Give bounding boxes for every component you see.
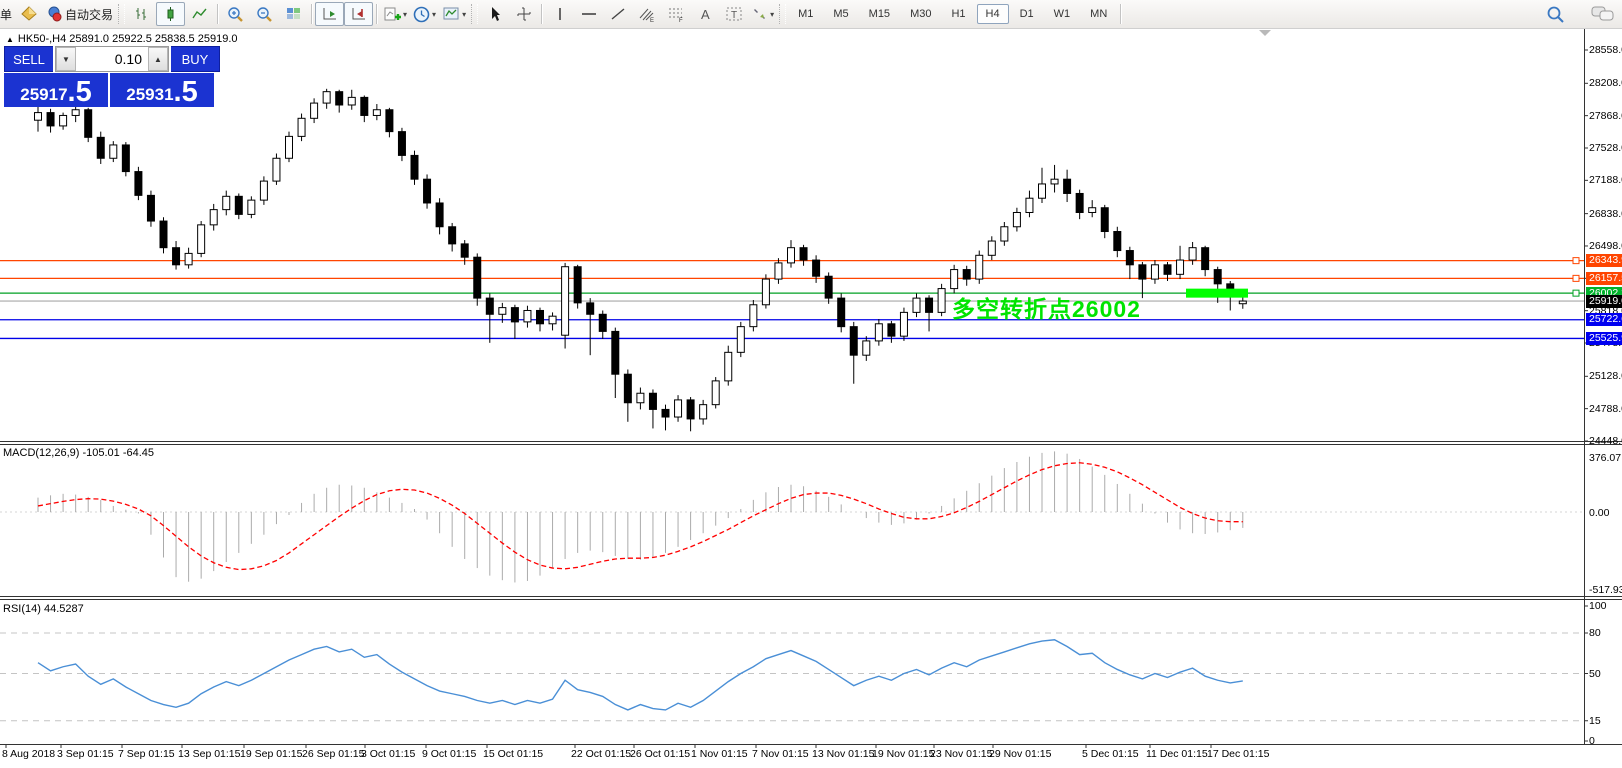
buy-price-big-digit: .5	[174, 79, 198, 105]
date-label: 5 Dec 01:15	[1082, 748, 1139, 760]
rsi-header: RSI(14) 44.5287	[3, 603, 84, 615]
date-label: 19 Nov 01:15	[872, 748, 934, 760]
rsi-axis-label: 50	[1589, 668, 1601, 680]
price-tick-label: 27868.0	[1589, 110, 1622, 122]
macd-header: MACD(12,26,9) -105.01 -64.45	[3, 447, 154, 459]
date-label: 13 Sep 01:15	[178, 748, 240, 760]
collapse-trade-panel-icon[interactable]: ▲	[6, 35, 14, 44]
price-tag: 25722.6	[1586, 313, 1622, 326]
date-label: 26 Sep 01:15	[302, 748, 364, 760]
date-label: 1 Nov 01:15	[691, 748, 748, 760]
price-tick-label: 27528.0	[1589, 142, 1622, 154]
price-tick-label: 24788.0	[1589, 403, 1622, 415]
volume-decrease-button[interactable]: ▼	[56, 47, 76, 71]
date-label: 29 Nov 01:15	[989, 748, 1051, 760]
price-tag: 26157.5	[1586, 272, 1622, 285]
date-label: 26 Oct 01:15	[630, 748, 690, 760]
date-label: 13 Nov 01:15	[812, 748, 874, 760]
price-tag: 26343.9	[1586, 254, 1622, 267]
macd-axis-label: 0.00	[1589, 507, 1609, 519]
date-label: 17 Dec 01:15	[1207, 748, 1269, 760]
sell-button[interactable]: SELL	[4, 46, 53, 72]
one-click-trade-panel: SELL ▼ 0.10 ▲ BUY 25917 .5 25931 .5	[4, 46, 220, 107]
price-tag: 25919.0	[1586, 295, 1622, 308]
chart-symbol-header: ▲ HK50-,H4 25891.0 25922.5 25838.5 25919.…	[6, 33, 238, 45]
price-tick-label: 24448.0	[1589, 435, 1622, 447]
date-label: 9 Oct 01:15	[422, 748, 476, 760]
date-label: 7 Sep 01:15	[118, 748, 175, 760]
sell-price-quote[interactable]: 25917 .5	[4, 73, 108, 107]
date-label: 3 Sep 01:15	[57, 748, 114, 760]
panel-collapse-icon[interactable]	[1259, 30, 1271, 36]
date-label: 11 Dec 01:15	[1146, 748, 1208, 760]
date-label: 8 Aug 2018	[2, 748, 55, 760]
chart-annotation-text: 多空转折点26002	[952, 290, 1141, 324]
rsi-axis-label: 15	[1589, 715, 1601, 727]
date-label: 19 Sep 01:15	[240, 748, 302, 760]
rsi-axis-label: 80	[1589, 627, 1601, 639]
chart-canvas[interactable]	[0, 0, 1622, 768]
date-label: 3 Oct 01:15	[361, 748, 415, 760]
price-tick-label: 26838.0	[1589, 208, 1622, 220]
volume-stepper: ▼ 0.10 ▲	[55, 46, 169, 72]
date-label: 7 Nov 01:15	[752, 748, 809, 760]
buy-price-quote[interactable]: 25931 .5	[110, 73, 214, 107]
sell-price-big-digit: .5	[68, 79, 92, 105]
volume-value[interactable]: 0.10	[76, 47, 148, 71]
price-tick-label: 25128.0	[1589, 370, 1622, 382]
date-label: 22 Oct 01:15	[571, 748, 631, 760]
macd-axis-label: 376.07	[1589, 452, 1621, 464]
volume-increase-button[interactable]: ▲	[148, 47, 168, 71]
price-tick-label: 28558.0	[1589, 44, 1622, 56]
symbol-ohlc-text: HK50-,H4 25891.0 25922.5 25838.5 25919.0	[18, 33, 238, 45]
date-label: 15 Oct 01:15	[483, 748, 543, 760]
price-tick-label: 27188.0	[1589, 174, 1622, 186]
buy-button[interactable]: BUY	[171, 46, 220, 72]
rsi-axis-label: 100	[1589, 600, 1607, 612]
price-tick-label: 28208.0	[1589, 77, 1622, 89]
buy-price-main: 25931	[126, 85, 173, 105]
macd-axis-label: -517.93	[1589, 584, 1622, 596]
date-label: 23 Nov 01:15	[930, 748, 992, 760]
mt4-window: 单 自动交易	[0, 0, 1622, 768]
rsi-axis-label: 0	[1589, 735, 1595, 747]
price-tick-label: 26498.0	[1589, 240, 1622, 252]
price-tag: 25525.9	[1586, 332, 1622, 345]
sell-price-main: 25917	[20, 85, 67, 105]
